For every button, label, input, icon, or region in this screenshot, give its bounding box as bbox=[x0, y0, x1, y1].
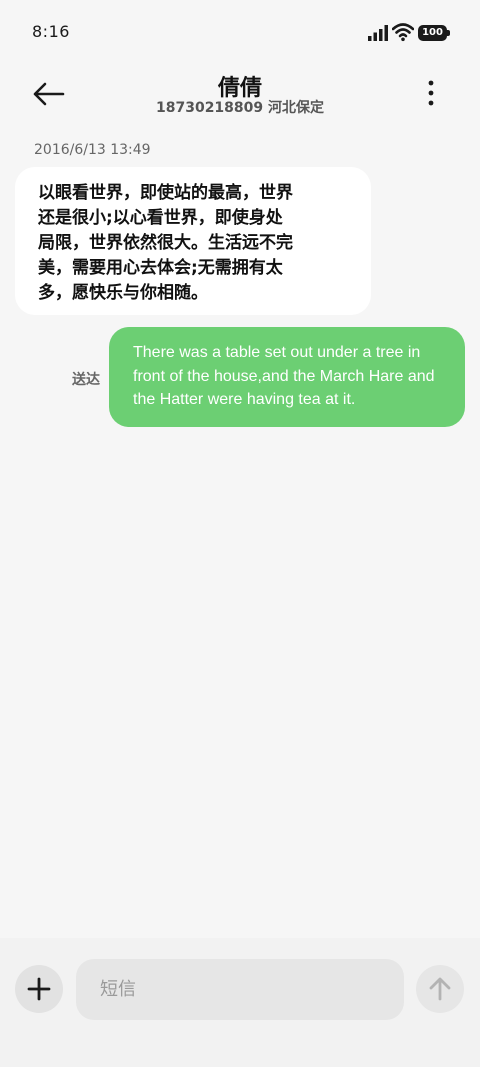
add-attachment-button[interactable] bbox=[15, 965, 63, 1013]
message-timestamp: 2016/6/13 13:49 bbox=[34, 142, 151, 158]
battery-icon: 100 bbox=[418, 25, 450, 41]
delivery-status: 送达 bbox=[72, 372, 100, 388]
arrow-up-icon bbox=[429, 977, 451, 1001]
outgoing-message-bubble[interactable]: There was a table set out under a tree i… bbox=[109, 327, 465, 427]
more-vertical-icon bbox=[428, 80, 434, 106]
battery-tip bbox=[447, 30, 450, 36]
more-options-button[interactable] bbox=[418, 78, 444, 110]
message-input[interactable] bbox=[76, 959, 404, 1020]
plus-icon bbox=[27, 977, 51, 1001]
wifi-icon bbox=[392, 23, 414, 42]
incoming-message-bubble[interactable]: 以眼看世界，即使站的最高，世界 还是很小;以心看世界，即使身处 局限，世界依然很… bbox=[15, 167, 371, 315]
status-time: 8:16 bbox=[32, 22, 70, 41]
signal-icon bbox=[368, 25, 388, 41]
messaging-screen: 8:16 100 倩倩 18730218809 河北保定 2016/6/13 1… bbox=[0, 0, 480, 1067]
battery-level: 100 bbox=[418, 25, 447, 41]
status-bar: 8:16 100 bbox=[0, 0, 480, 64]
send-button[interactable] bbox=[416, 965, 464, 1013]
contact-subtitle: 18730218809 河北保定 bbox=[155, 100, 325, 116]
